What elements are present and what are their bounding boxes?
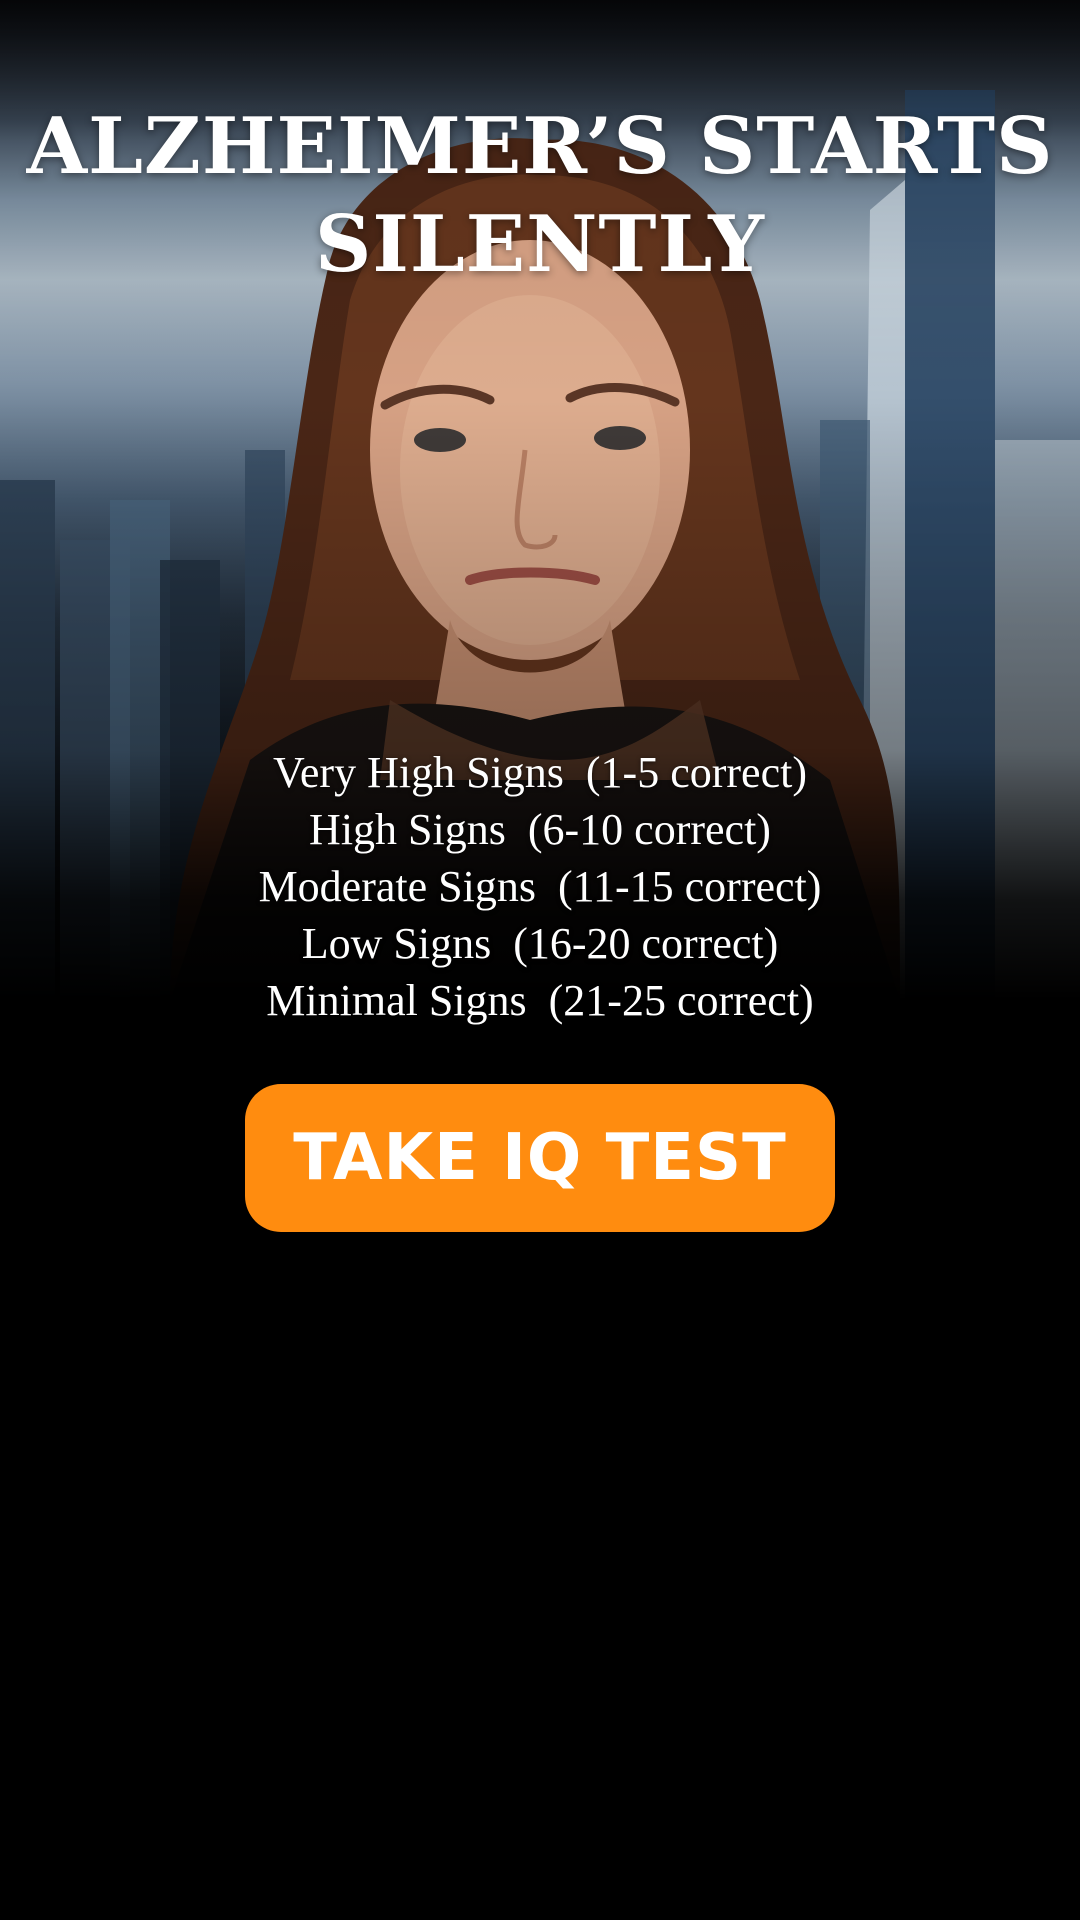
score-level-moderate: Moderate Signs (11-15 correct) (258, 862, 822, 911)
headline-line-1: ALZHEIMER’S STARTS (26, 101, 1054, 192)
score-level-list: Very High Signs (1-5 correct) High Signs… (0, 744, 1080, 1029)
score-level-high: High Signs (6-10 correct) (309, 805, 771, 854)
quiz-landing-screen: ALZHEIMER’S STARTS SILENTLY Very High Si… (0, 0, 1080, 1920)
score-level-minimal: Minimal Signs (21-25 correct) (266, 976, 814, 1025)
take-iq-test-button[interactable]: TAKE IQ TEST (245, 1084, 835, 1232)
headline-line-2: SILENTLY (315, 199, 765, 290)
score-level-very-high: Very High Signs (1-5 correct) (273, 748, 807, 797)
page-headline: ALZHEIMER’S STARTS SILENTLY (0, 98, 1080, 294)
score-level-low: Low Signs (16-20 correct) (301, 919, 779, 968)
